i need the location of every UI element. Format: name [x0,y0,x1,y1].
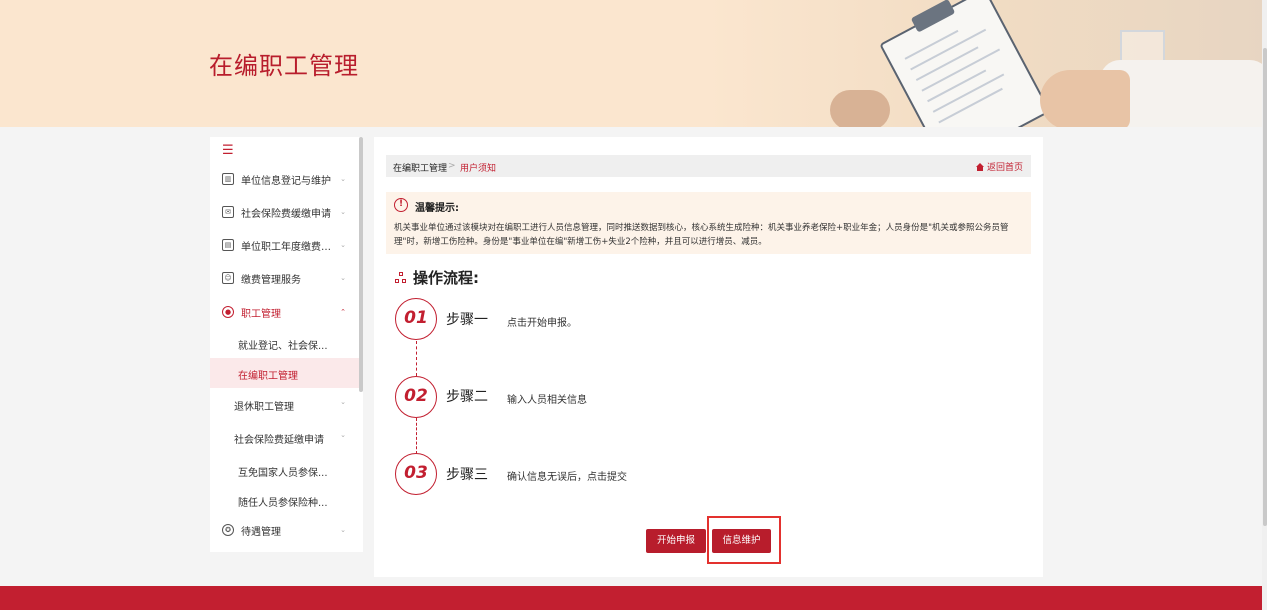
building-icon: ▥ [222,173,234,185]
step-title: 步骤三 [446,467,488,483]
chevron-down-icon: ⌄ [340,175,346,183]
step-number: 02 [395,376,437,418]
step-number: 03 [395,453,437,495]
chevron-down-icon: ⌄ [340,526,346,534]
highlight-box [707,516,781,564]
notice-title: 温馨提示: [415,203,459,214]
breadcrumb-current: 用户须知 [460,164,497,174]
banner-hand-pen [1040,70,1130,127]
page-title: 在编职工管理 [209,52,359,80]
alert-icon: ! [394,198,408,212]
chevron-down-icon: ⌄ [340,431,346,439]
sidebar-subitem-employment[interactable]: 就业登记、社会保... [210,328,360,358]
sidebar-subitem-postpone[interactable]: 社会保险费延缴申请 ⌄ [210,422,360,452]
sidebar-scrollbar[interactable] [359,137,363,392]
sidebar-item-staff-management[interactable]: ● 职工管理 ⌃ [210,297,360,327]
chevron-down-icon: ⌄ [340,208,346,216]
step-title: 步骤一 [446,312,488,328]
sidebar-item-benefits[interactable]: ✪ 待遇管理 ⌄ [210,515,360,545]
sidebar-item-unit-info[interactable]: ▥ 单位信息登记与维护 ⌄ [210,164,360,194]
step-title: 步骤二 [446,389,488,405]
sidebar-item-deferral[interactable]: ✉ 社会保险费缓缴申请 ⌄ [210,197,360,227]
breadcrumb-parent[interactable]: 在编职工管理 [393,161,447,174]
breadcrumb-separator: > [448,161,456,171]
step-number: 01 [395,298,437,340]
medal-icon: ✪ [222,524,234,536]
page-scrollbar-thumb[interactable] [1263,48,1267,526]
sidebar-subitem-accompany[interactable]: 随任人员参保险种... [210,485,360,515]
menu-fold-icon[interactable]: ☰ [222,143,234,158]
sidebar-subitem-retired[interactable]: 退休职工管理 ⌄ [210,389,360,419]
step-connector [416,341,417,376]
envelope-icon: ✉ [222,206,234,218]
user-card-icon: ☺ [222,272,234,284]
chevron-down-icon: ⌄ [340,274,346,282]
home-link-label: 返回首页 [986,163,1023,173]
id-card-icon: ▤ [222,239,234,251]
chevron-up-icon: ⌃ [340,308,346,316]
breadcrumb: 在编职工管理 > 用户须知 返回首页 [386,155,1031,177]
home-link[interactable]: 返回首页 [975,160,1023,173]
home-icon [975,162,984,171]
sidebar-item-annual-wage[interactable]: ▤ 单位职工年度缴费工... ⌄ [210,230,360,260]
sidebar: ☰ ▥ 单位信息登记与维护 ⌄ ✉ 社会保险费缓缴申请 ⌄ ▤ 单位职工年度缴费… [210,137,363,552]
notice-box: ! 温馨提示: 机关事业单位通过该模块对在编职工进行人员信息管理，同时推送数据到… [386,192,1031,254]
step-desc: 确认信息无误后，点击提交 [507,472,627,483]
user-circle-icon: ● [222,306,234,318]
notice-text: 机关事业单位通过该模块对在编职工进行人员信息管理，同时推送数据到核心，核心系统生… [394,223,1009,247]
step-desc: 输入人员相关信息 [507,395,587,406]
org-chart-icon [395,271,407,284]
footer-bar [0,586,1262,610]
flow-heading-text: 操作流程: [413,269,479,287]
banner-hand [830,90,890,127]
chevron-down-icon: ⌄ [340,241,346,249]
step-connector [416,418,417,454]
header-banner: 在编职工管理 [0,0,1267,127]
main-panel: 在编职工管理 > 用户须知 返回首页 ! 温馨提示: 机关事业单位通过该模块对在… [374,137,1043,577]
sidebar-subitem-onstaff[interactable]: 在编职工管理 [210,358,360,388]
sidebar-item-payment[interactable]: ☺ 缴费管理服务 ⌄ [210,263,360,293]
sidebar-subitem-mutual-exempt[interactable]: 互免国家人员参保... [210,455,360,485]
start-declare-button[interactable]: 开始申报 [646,529,706,553]
flow-heading: 操作流程: [395,267,479,288]
chevron-down-icon: ⌄ [340,398,346,406]
step-desc: 点击开始申报。 [507,318,577,329]
